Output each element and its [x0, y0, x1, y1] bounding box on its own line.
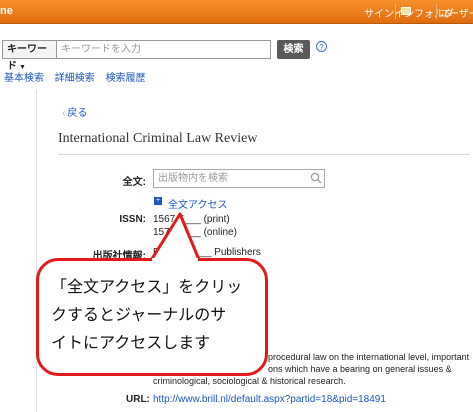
advanced-search-link[interactable]: 詳細検索 [55, 73, 95, 84]
issn-online: 1571-____ (online) [153, 227, 237, 238]
title-divider [58, 154, 470, 155]
in-publication-search-input[interactable]: 出版物内を検索 [153, 169, 325, 188]
issn-print: 1567-5___ (print) [153, 214, 230, 225]
journal-url-link[interactable]: http://www.brill.nl/default.aspx?partid=… [153, 394, 386, 405]
back-label: 戻る [67, 108, 88, 119]
url-label: URL: [126, 394, 150, 405]
issn-label: ISSN: [119, 214, 146, 225]
description-line: procedural law on the international leve… [268, 352, 470, 362]
callout-line: 「全文アクセス」をクリッ [51, 277, 243, 296]
brand-logo: ne [0, 5, 13, 17]
search-button[interactable]: 検索 [277, 40, 310, 59]
callout-line: イトにアクセスします [51, 333, 211, 352]
search-field-label: キーワード [7, 44, 47, 72]
search-input[interactable]: キーワードを入力 [56, 40, 271, 59]
search-history-link[interactable]: 検索履歴 [106, 73, 146, 84]
help-icon[interactable]: ? [316, 41, 327, 52]
back-link[interactable]: ‹ 戻る [62, 104, 87, 119]
description-line: ons which have a bearing on general issu… [268, 364, 452, 374]
back-chevron-icon: ‹ [62, 108, 66, 119]
callout-bubble: 「全文アクセス」をクリッ クするとジャーナルのサ イトにアクセスします [36, 258, 268, 376]
user-settings-link[interactable]: ユーザー設 [439, 5, 473, 20]
fulltext-label: 全文: [122, 177, 146, 188]
panel-divider [36, 90, 37, 412]
top-bar: ne サインイン フォルダ ユーザー設 [0, 0, 473, 24]
callout-line: クするとジャーナルのサ [51, 305, 227, 324]
basic-search-link[interactable]: 基本検索 [4, 73, 44, 84]
journal-title: International Criminal Law Review [58, 131, 258, 146]
search-field-select[interactable]: キーワード ▼ [2, 40, 56, 72]
topbar-divider [436, 4, 437, 19]
publisher-value: Brill _______ Publishers [153, 247, 261, 258]
description-line: criminological, sociological & historica… [153, 376, 346, 386]
search-icon[interactable] [310, 172, 322, 184]
topbar-divider [395, 4, 396, 19]
fulltext-access-link[interactable]: 全文アクセス [168, 196, 228, 211]
search-mode-links: 基本検索 詳細検索 検索履歴 [4, 69, 154, 84]
fulltext-access-icon: + [154, 197, 162, 205]
folder-icon [401, 7, 411, 15]
